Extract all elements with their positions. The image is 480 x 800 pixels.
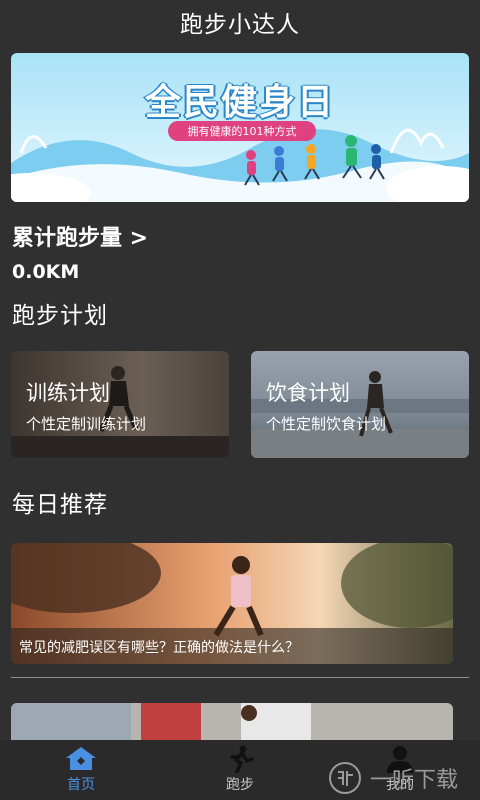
article-caption: 常见的减肥误区有哪些？正确的做法是什么？ (19, 640, 299, 656)
banner-title: 全民健身日 (144, 82, 335, 123)
ting-logo-icon (329, 762, 361, 794)
watermark: 一听下载 (328, 756, 480, 800)
total-mileage-link[interactable]: 累计跑步量 > (12, 220, 148, 252)
runner-icon (230, 745, 254, 773)
recommend-article-card[interactable]: 常见的减肥误区有哪些？正确的做法是什么？ (11, 543, 453, 664)
total-mileage-value: 0.0KM (12, 261, 80, 283)
tab-run-label: 跑步 (226, 777, 254, 793)
home-icon (66, 747, 96, 770)
diet-plan-title: 饮食计划 (266, 381, 350, 405)
tab-run[interactable]: 跑步 (180, 740, 300, 800)
recommend-article-card-2[interactable] (11, 703, 453, 743)
recommend-section-title: 每日推荐 (12, 492, 108, 518)
training-plan-title: 训练计划 (26, 381, 110, 405)
list-divider (11, 677, 469, 678)
article-image-2 (11, 703, 453, 743)
tab-home-label: 首页 (67, 777, 95, 793)
promo-banner[interactable]: 全民健身日 拥有健康的101种方式 (11, 53, 469, 202)
watermark-text: 一听下载 (370, 768, 459, 793)
training-plan-subtitle: 个性定制训练计划 (26, 415, 147, 433)
plan-section-title: 跑步计划 (12, 303, 108, 329)
tab-home[interactable]: 首页 (21, 740, 141, 800)
training-plan-card[interactable]: 训练计划 个性定制训练计划 (11, 351, 229, 458)
diet-plan-card[interactable]: 饮食计划 个性定制饮食计划 (251, 351, 469, 458)
banner-subtitle: 拥有健康的101种方式 (168, 121, 316, 141)
app-title: 跑步小达人 (180, 12, 300, 38)
diet-plan-subtitle: 个性定制饮食计划 (266, 415, 387, 433)
